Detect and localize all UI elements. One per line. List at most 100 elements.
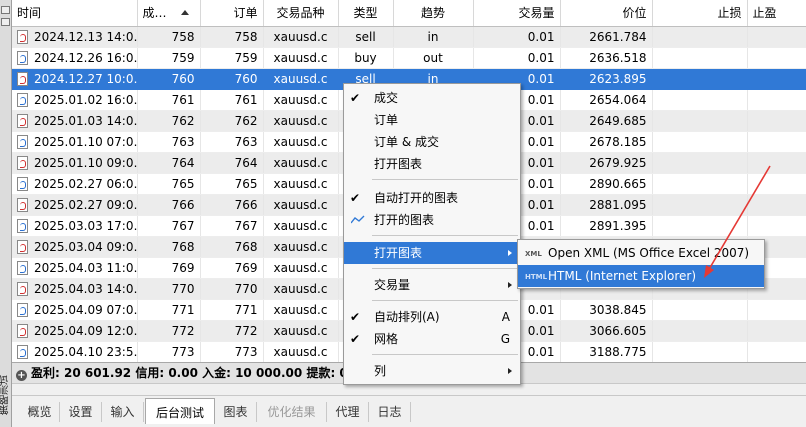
cell-time: 2025.03.03 17:0…: [12, 215, 138, 237]
cell-time: 2025.03.04 09:0…: [12, 236, 138, 258]
cell-time: 2025.04.09 12:0…: [12, 320, 138, 342]
col-header-price[interactable]: 价位: [560, 0, 653, 27]
menu-item-auto-arrange[interactable]: ✔ 自动排列(A) A: [344, 306, 520, 328]
cell-empty: [652, 68, 748, 90]
col-header-direction[interactable]: 趋势: [393, 0, 474, 27]
cell-symbol: xauusd.c: [263, 278, 339, 300]
cell-direction: out: [393, 47, 474, 69]
checkmark-icon: ✔: [350, 91, 361, 105]
cell-symbol: xauusd.c: [263, 257, 339, 279]
buy-deal-icon: [17, 176, 28, 191]
cell-symbol: xauusd.c: [263, 341, 339, 362]
menu-item-deals[interactable]: ✔ 成交: [344, 87, 520, 109]
cell-empty: [747, 26, 806, 48]
cell-order: 759: [200, 47, 264, 69]
col-header-take-profit[interactable]: 止盈: [747, 0, 806, 27]
tab-optimization-results[interactable]: 优化结果: [257, 402, 327, 422]
menu-item-grid[interactable]: ✔ 网格 G: [344, 328, 520, 350]
cell-price: 2661.784: [560, 26, 653, 48]
cell-empty: [747, 131, 806, 153]
cell-deal: 765: [137, 173, 201, 195]
cell-volume: 0.01: [473, 47, 561, 69]
tab-backtest[interactable]: 后台测试: [145, 398, 215, 424]
cell-time: 2025.01.02 16:0…: [12, 89, 138, 111]
menu-item-orders-and-deals[interactable]: 订单 & 成交: [344, 131, 520, 153]
tab-graph[interactable]: 图表: [215, 402, 257, 422]
cell-deal: 772: [137, 320, 201, 342]
cell-empty: [652, 173, 748, 195]
menu-item-auto-open-charts[interactable]: ✔ 自动打开的图表: [344, 187, 520, 209]
cell-empty: [747, 173, 806, 195]
plus-circle-icon: +: [16, 370, 27, 381]
cell-deal: 769: [137, 257, 201, 279]
menu-item-orders[interactable]: 订单: [344, 109, 520, 131]
cell-empty: [652, 320, 748, 342]
tab-journal[interactable]: 日志: [369, 402, 411, 422]
submenu-item-html[interactable]: HTML HTML (Internet Explorer): [518, 265, 764, 287]
tab-overview[interactable]: 概览: [20, 402, 60, 422]
tab-settings[interactable]: 设置: [60, 402, 102, 422]
col-header-time[interactable]: 时间: [12, 0, 138, 27]
panel-pin-icon[interactable]: [1, 18, 10, 26]
menu-item-opened-charts[interactable]: 打开的图表: [344, 209, 520, 231]
cell-time: 2025.02.27 06:0…: [12, 173, 138, 195]
cell-time: 2025.04.03 11:0…: [12, 257, 138, 279]
cell-order: 770: [200, 278, 264, 300]
col-header-stop-loss[interactable]: 止损: [652, 0, 748, 27]
table-row[interactable]: 2024.12.13 14:0… 758 758 xauusd.c sell in 0.01…: [12, 26, 806, 48]
col-header-volume[interactable]: 交易量: [473, 0, 561, 27]
menu-item-open-chart[interactable]: 打开图表: [344, 153, 520, 175]
buy-deal-icon: [17, 134, 28, 149]
table-row[interactable]: 2024.12.26 16:0… 759 759 xauusd.c buy out 0.01…: [12, 47, 806, 69]
menu-item-volume[interactable]: 交易量: [344, 274, 520, 296]
summary-text: 盈利: 20 601.92 信用: 0.00 入金: 10 000.00 提款:…: [31, 366, 370, 380]
line-chart-icon: [351, 215, 365, 224]
cell-price: 3188.775: [560, 341, 653, 362]
cell-order: 764: [200, 152, 264, 174]
cell-order: 771: [200, 299, 264, 321]
cell-deal: 760: [137, 68, 201, 90]
cell-order: 758: [200, 26, 264, 48]
tab-agents[interactable]: 代理: [327, 402, 369, 422]
cell-price: 2649.685: [560, 110, 653, 132]
panel-close-icon[interactable]: [1, 6, 10, 14]
menu-separator: [372, 268, 518, 269]
cell-time: 2024.12.27 10:0…: [12, 68, 138, 90]
cell-price: 2679.925: [560, 152, 653, 174]
buy-deal-icon: [17, 92, 28, 107]
menu-item-columns[interactable]: 列: [344, 360, 520, 382]
cell-empty: [652, 131, 748, 153]
cell-symbol: xauusd.c: [263, 89, 339, 111]
cell-symbol: xauusd.c: [263, 299, 339, 321]
col-header-deal[interactable]: 成…: [137, 0, 201, 27]
sell-deal-icon: [17, 197, 28, 212]
cell-deal: 758: [137, 26, 201, 48]
cell-direction: in: [393, 26, 474, 48]
cell-time: 2024.12.13 14:0…: [12, 26, 138, 48]
cell-order: 765: [200, 173, 264, 195]
cell-empty: [747, 194, 806, 216]
menu-item-export-report[interactable]: 打开图表: [344, 242, 520, 264]
cell-empty: [747, 152, 806, 174]
xml-file-icon: XML: [525, 250, 542, 258]
cell-price: 2678.185: [560, 131, 653, 153]
col-header-type[interactable]: 类型: [338, 0, 394, 27]
submenu-item-open-xml[interactable]: XML Open XML (MS Office Excel 2007): [518, 242, 764, 264]
col-header-order[interactable]: 订单: [200, 0, 264, 27]
cell-price: 2881.095: [560, 194, 653, 216]
cell-symbol: xauusd.c: [263, 152, 339, 174]
cell-empty: [747, 68, 806, 90]
side-panel-label: 策略测试: [0, 375, 11, 415]
cell-order: 769: [200, 257, 264, 279]
cell-empty: [652, 152, 748, 174]
cell-time: 2025.04.09 07:0…: [12, 299, 138, 321]
cell-empty: [747, 215, 806, 237]
cell-price: 2654.064: [560, 89, 653, 111]
sell-deal-icon: [17, 113, 28, 128]
cell-empty: [652, 194, 748, 216]
col-header-symbol[interactable]: 交易品种: [263, 0, 339, 27]
tab-inputs[interactable]: 输入: [102, 402, 144, 422]
table-header-row: 时间 成… 订单 交易品种 类型 趋势 交易量 价位 止损 止盈: [12, 0, 806, 27]
cell-empty: [652, 299, 748, 321]
menu-separator: [372, 354, 518, 355]
